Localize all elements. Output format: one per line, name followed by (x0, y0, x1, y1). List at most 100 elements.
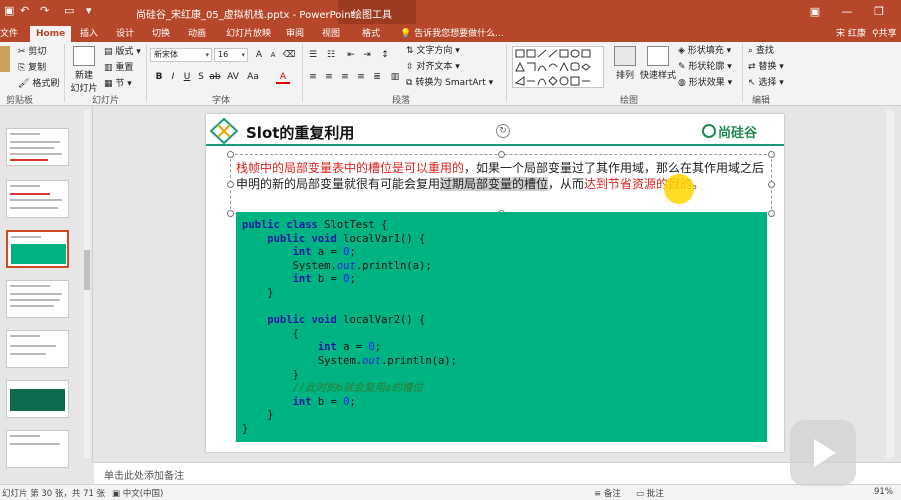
scroll-thumb[interactable] (84, 250, 90, 290)
shadow-icon[interactable]: S (194, 70, 208, 84)
change-case-icon[interactable]: Aa (246, 70, 260, 84)
numbering-icon[interactable]: ☷ (324, 48, 338, 62)
code-text: SlotTest { (317, 219, 388, 231)
thumbnail-scrollbar[interactable] (84, 110, 90, 458)
code-line: //此时的b就会复用a的槽位 (242, 381, 767, 395)
slide-thumbnail[interactable] (6, 430, 69, 468)
resize-handle[interactable] (768, 210, 775, 217)
save-icon[interactable]: ▣ (4, 4, 14, 17)
resize-handle[interactable] (768, 181, 775, 188)
align-left-icon[interactable]: ≡ (306, 70, 320, 84)
arrange-button[interactable]: 排列 (612, 46, 638, 81)
resize-handle[interactable] (498, 151, 505, 158)
tab-animations[interactable]: 动画 (182, 26, 212, 42)
tab-home[interactable]: Home (30, 26, 72, 42)
diamond-logo-icon (209, 118, 239, 144)
resize-handle[interactable] (227, 210, 234, 217)
bold-icon[interactable]: B (152, 70, 166, 84)
notes-toggle[interactable]: ≡ 备注 (594, 487, 621, 499)
paste-button[interactable] (0, 46, 12, 74)
shapes-gallery[interactable] (512, 46, 604, 88)
comments-toggle[interactable]: ▭ 批注 (636, 487, 664, 499)
resize-handle[interactable] (768, 151, 775, 158)
slide-editor: Slot的重复利用 ↻ 尚硅谷 栈帧中的局部变量表中的槽位是可以重用的，如果一个… (94, 106, 901, 462)
cut-button[interactable]: ✂ 剪切 (18, 46, 46, 58)
justify-icon[interactable]: ≡ (354, 70, 368, 84)
grow-font-icon[interactable]: A (252, 48, 266, 62)
columns-icon[interactable]: ▥ (388, 70, 402, 84)
rotate-handle-icon[interactable]: ↻ (496, 124, 510, 138)
shape-effects-button[interactable]: ◍ 形状效果 ▾ (678, 77, 732, 89)
find-button[interactable]: ⌕ 查找 (748, 45, 774, 57)
select-button[interactable]: ↖ 选择 ▾ (748, 77, 784, 89)
tab-view[interactable]: 视图 (316, 26, 346, 42)
slide-scrollbar[interactable] (886, 110, 894, 458)
tab-transitions[interactable]: 切换 (146, 26, 176, 42)
strikethrough-icon[interactable]: ab (208, 70, 222, 84)
copy-button[interactable]: ⎘ 复制 (18, 62, 46, 74)
slide-canvas[interactable]: Slot的重复利用 ↻ 尚硅谷 栈帧中的局部变量表中的槽位是可以重用的，如果一个… (206, 114, 784, 452)
code-text: .println(a); (381, 354, 457, 367)
font-name-select[interactable]: 新宋体 ▾ (150, 48, 212, 62)
tab-design[interactable]: 设计 (110, 26, 140, 42)
font-color-icon[interactable]: A (276, 70, 290, 84)
resize-handle[interactable] (227, 181, 234, 188)
char-spacing-icon[interactable]: AV (226, 70, 240, 84)
undo-icon[interactable]: ↶ (20, 4, 29, 17)
user-name[interactable]: 宋 红康 (836, 26, 866, 42)
underline-icon[interactable]: U (180, 70, 194, 84)
tab-file[interactable]: 文件 (0, 26, 24, 42)
ribbon-display-icon[interactable]: ▣ (800, 2, 830, 22)
section-button[interactable]: ▦ 节 ▾ (104, 78, 132, 90)
start-slideshow-icon[interactable]: ▭ (64, 4, 74, 17)
quick-styles-button[interactable]: 快速样式 (640, 46, 676, 81)
decrease-indent-icon[interactable]: ⇤ (344, 48, 358, 62)
redo-icon[interactable]: ↷ (40, 4, 49, 17)
tab-review[interactable]: 审阅 (280, 26, 310, 42)
slide-thumbnail[interactable] (6, 330, 69, 368)
language-indicator[interactable]: ▣ 中文(中国) (112, 487, 163, 499)
slide-thumbnail[interactable] (6, 180, 69, 218)
slide-thumbnail[interactable] (6, 280, 69, 318)
layout-button[interactable]: ▤ 版式 ▾ (104, 46, 141, 58)
replace-button[interactable]: ⇄ 替换 ▾ (748, 61, 784, 73)
text-direction-button[interactable]: ⇅ 文字方向 ▾ (406, 45, 460, 57)
shape-outline-button[interactable]: ✎ 形状轮廓 ▾ (678, 61, 732, 73)
tab-format[interactable]: 格式 (356, 26, 386, 42)
shrink-font-icon[interactable]: A (266, 48, 280, 62)
align-text-button[interactable]: ⇳ 对齐文本 ▾ (406, 61, 460, 73)
code-text: a = (336, 341, 369, 354)
notes-pane[interactable]: 单击此处添加备注 (94, 462, 901, 484)
separator (146, 44, 147, 102)
slide-title[interactable]: Slot的重复利用 (246, 122, 354, 143)
tell-me-search[interactable]: 💡 告诉我您想要做什么... (400, 26, 504, 42)
slide-thumbnail-selected[interactable] (6, 230, 69, 268)
customize-toolbar-icon[interactable]: ▾ (86, 4, 92, 17)
shape-fill-button[interactable]: ◈ 形状填充 ▾ (678, 45, 731, 57)
align-right-icon[interactable]: ≡ (338, 70, 352, 84)
increase-indent-icon[interactable]: ⇥ (360, 48, 374, 62)
distributed-icon[interactable]: ≣ (370, 70, 384, 84)
clear-format-icon[interactable]: ⌫ (282, 48, 296, 62)
code-block[interactable]: public class SlotTest { public void loca… (236, 212, 767, 442)
slide-thumbnail[interactable] (6, 128, 69, 166)
align-center-icon[interactable]: ≡ (322, 70, 336, 84)
smartart-button[interactable]: ⧉ 转换为 SmartArt ▾ (406, 77, 493, 89)
bullets-icon[interactable]: ☰ (306, 48, 320, 62)
tab-slideshow[interactable]: 幻灯片放映 (220, 26, 277, 42)
maximize-button[interactable]: ❐ (864, 2, 894, 22)
share-button[interactable]: ⚲共享 (872, 26, 897, 42)
slide-thumbnail[interactable] (6, 380, 69, 418)
font-size-select[interactable]: 16 ▾ (214, 48, 248, 62)
resize-handle[interactable] (227, 151, 234, 158)
zoom-level[interactable]: 91% (874, 487, 893, 497)
thumb-line (10, 293, 62, 295)
format-painter-button[interactable]: 🖌 格式刷 (18, 78, 59, 90)
tab-insert[interactable]: 插入 (74, 26, 104, 42)
italic-icon[interactable]: I (166, 70, 180, 84)
reset-button[interactable]: ▥ 重置 (104, 62, 133, 74)
line-spacing-icon[interactable]: ↕ (378, 48, 392, 62)
new-slide-button[interactable]: 新建 幻灯片 (70, 46, 98, 94)
minimize-button[interactable]: — (832, 2, 862, 22)
